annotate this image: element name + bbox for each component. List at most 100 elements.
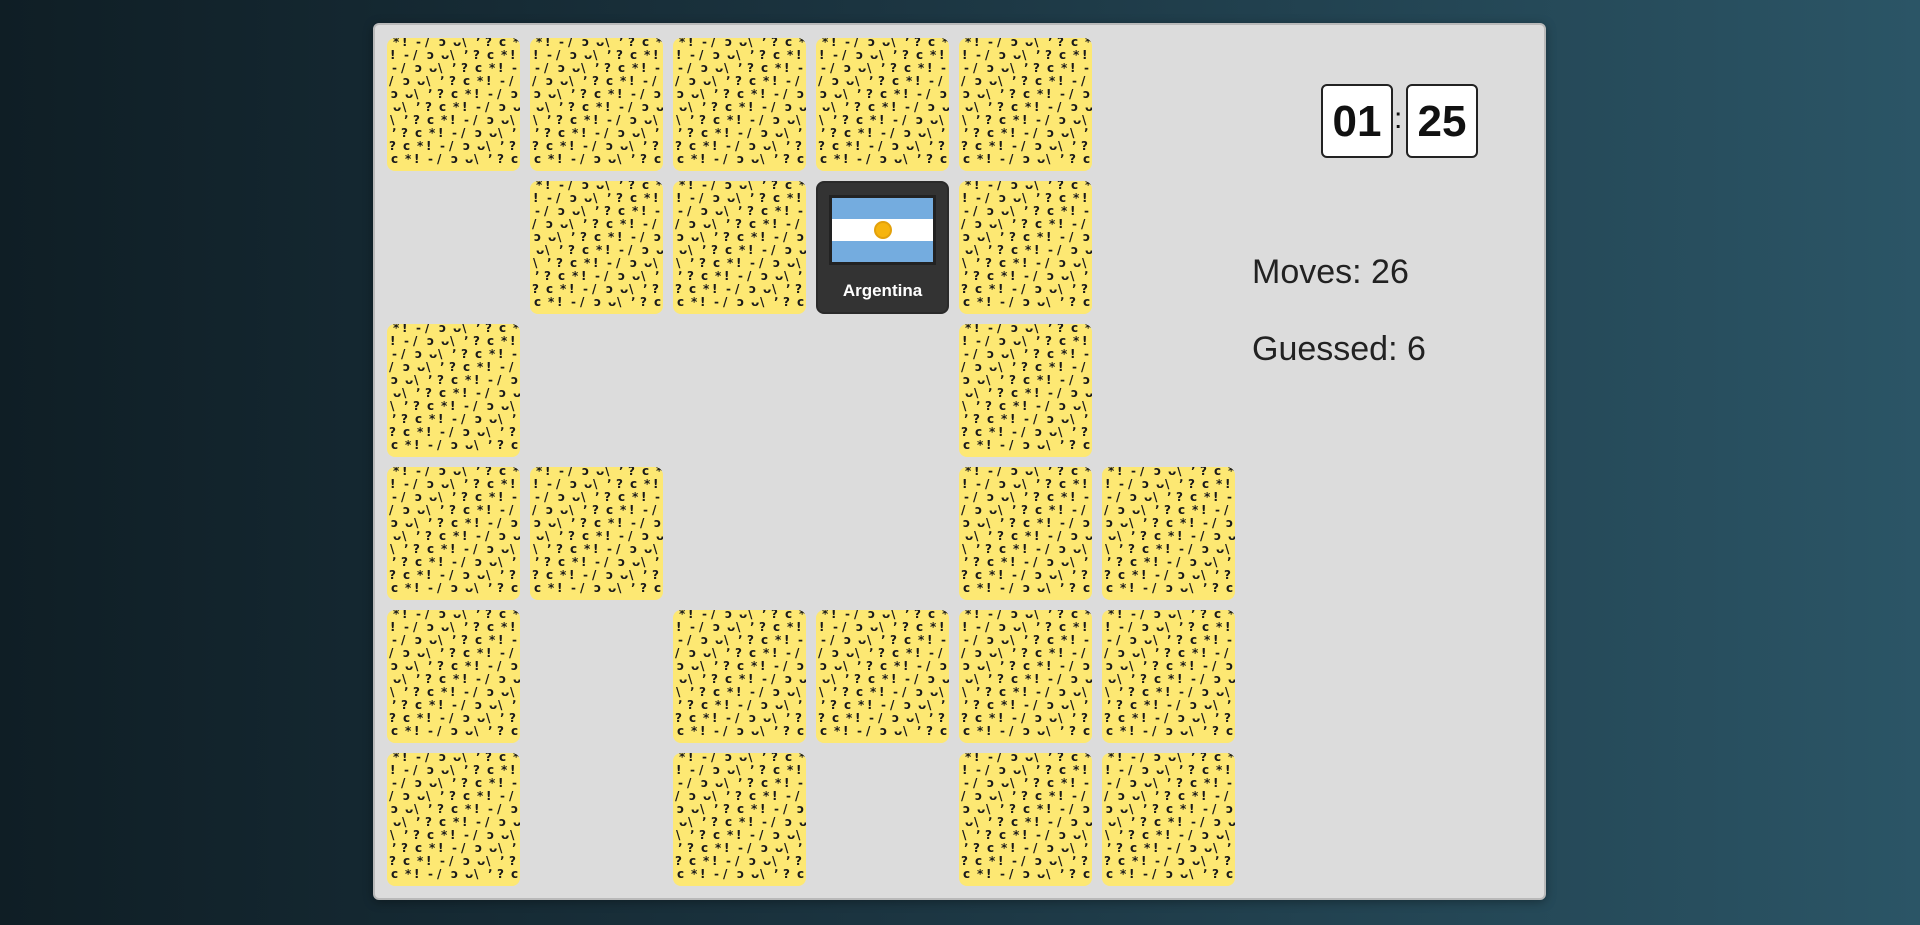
svg-text:ᴗ: ᴗ [1001, 347, 1009, 361]
svg-text:*: * [465, 516, 472, 530]
card-hidden[interactable]: *! - / ɔ ᴗ \ ʼ? c *! - / ɔ ᴗ \ ʼ? c *! - / ɔ ᴗ \ ʼ? c *! - / ɔ ᴗ \ ʼ? c… [673, 753, 806, 886]
svg-text:-: - [440, 568, 445, 582]
svg-text:ʼ: ʼ [1107, 698, 1112, 712]
svg-text:\: \ [962, 113, 967, 127]
svg-text:?: ? [997, 815, 1004, 829]
svg-text:*: * [715, 698, 722, 712]
card-hidden[interactable]: *! - / ɔ ᴗ \ ʼ? c *! - / ɔ ᴗ \ ʼ? c *! - / ɔ ᴗ \ ʼ? c *! - / ɔ ᴗ \ ʼ? c… [816, 38, 949, 171]
svg-text:/: / [1224, 789, 1229, 803]
card-hidden[interactable]: *! - / ɔ ᴗ \ ʼ? c *! - / ɔ ᴗ \ ʼ? c *! - / ɔ ᴗ \ ʼ? c *! - / ɔ ᴗ \ ʼ? c… [530, 181, 663, 314]
svg-text:\: \ [402, 529, 407, 543]
svg-text:?: ? [413, 542, 420, 556]
svg-text:ʼ: ʼ [404, 685, 409, 699]
svg-text:ɔ: ɔ [904, 126, 911, 140]
svg-text:\: \ [414, 87, 419, 101]
svg-text:ʼ: ʼ [917, 152, 922, 166]
svg-text:ʼ: ʼ [452, 490, 457, 504]
svg-text:*: * [501, 620, 508, 634]
svg-text:ᴗ: ᴗ [1132, 789, 1140, 803]
svg-text:?: ? [1021, 646, 1028, 660]
svg-text:\: \ [1213, 555, 1218, 569]
card-revealed[interactable]: Argentina [816, 181, 949, 314]
svg-text:*: * [1013, 828, 1020, 842]
card-hidden[interactable]: *! - / ɔ ᴗ \ ʼ? c *! - / ɔ ᴗ \ ʼ? c *! - / ɔ ᴗ \ ʼ? c *! - / ɔ ᴗ \ ʼ? c… [387, 753, 520, 886]
svg-text:?: ? [437, 802, 444, 816]
svg-text:ᴗ: ᴗ [501, 685, 509, 699]
svg-text:c: c [1011, 386, 1018, 400]
card-hidden[interactable]: *! - / ɔ ᴗ \ ʼ? c *! - / ɔ ᴗ \ ʼ? c *! - / ɔ ᴗ \ ʼ? c *! - / ɔ ᴗ \ ʼ? c… [959, 753, 1092, 886]
card-hidden[interactable]: *! - / ɔ ᴗ \ ʼ? c *! - / ɔ ᴗ \ ʼ? c *! - / ɔ ᴗ \ ʼ? c *! - / ɔ ᴗ \ ʼ? c… [959, 467, 1092, 600]
svg-text:ᴗ: ᴗ [489, 698, 497, 712]
svg-text:c: c [1083, 724, 1090, 738]
svg-text:c: c [749, 789, 756, 803]
svg-text:c: c [511, 724, 518, 738]
card-hidden[interactable]: *! - / ɔ ᴗ \ ʼ? c *! - / ɔ ᴗ \ ʼ? c *! - / ɔ ᴗ \ ʼ? c *! - / ɔ ᴗ \ ʼ? c… [387, 467, 520, 600]
svg-text:c: c [463, 789, 470, 803]
card-hidden[interactable]: *! - / ɔ ᴗ \ ʼ? c *! - / ɔ ᴗ \ ʼ? c *! - / ɔ ᴗ \ ʼ? c *! - / ɔ ᴗ \ ʼ? c… [816, 610, 949, 743]
svg-text:?: ? [961, 139, 968, 153]
svg-text:-: - [941, 633, 946, 647]
svg-text:ᴗ: ᴗ [560, 74, 568, 88]
card-hidden[interactable]: *! - / ɔ ᴗ \ ʼ? c *! - / ɔ ᴗ \ ʼ? c *! - / ɔ ᴗ \ ʼ? c *! - / ɔ ᴗ \ ʼ? c… [959, 38, 1092, 171]
svg-text:?: ? [1116, 698, 1123, 712]
card-hidden[interactable]: *! - / ɔ ᴗ \ ʼ? c *! - / ɔ ᴗ \ ʼ? c *! - / ɔ ᴗ \ ʼ? c *! - / ɔ ᴗ \ ʼ? c… [1102, 753, 1235, 886]
svg-text:\: \ [641, 269, 646, 283]
svg-text:/: / [675, 789, 680, 803]
card-hidden[interactable]: *! - / ɔ ᴗ \ ʼ? c *! - / ɔ ᴗ \ ʼ? c *! - / ɔ ᴗ \ ʼ? c *! - / ɔ ᴗ \ ʼ? c… [387, 324, 520, 457]
svg-text:ʼ: ʼ [1203, 867, 1208, 881]
svg-text:!: ! [676, 191, 681, 205]
card-hidden[interactable]: *! - / ɔ ᴗ \ ʼ? c *! - / ɔ ᴗ \ ʼ? c *! - / ɔ ᴗ \ ʼ? c *! - / ɔ ᴗ \ ʼ? c… [387, 610, 520, 743]
svg-text:!: ! [1165, 685, 1170, 699]
card-hidden[interactable]: *! - / ɔ ᴗ \ ʼ? c *! - / ɔ ᴗ \ ʼ? c *! - / ɔ ᴗ \ ʼ? c *! - / ɔ ᴗ \ ʼ? c… [530, 467, 663, 600]
card-hidden[interactable]: *! - / ɔ ᴗ \ ʼ? c *! - / ɔ ᴗ \ ʼ? c *! - / ɔ ᴗ \ ʼ? c *! - / ɔ ᴗ \ ʼ? c… [1102, 610, 1235, 743]
svg-text:*: * [739, 100, 746, 114]
svg-text:c: c [451, 87, 458, 101]
card-hidden[interactable]: *! - / ɔ ᴗ \ ʼ? c *! - / ɔ ᴗ \ ʼ? c *! - / ɔ ᴗ \ ʼ? c *! - / ɔ ᴗ \ ʼ? c… [387, 38, 520, 171]
svg-text:/: / [485, 386, 490, 400]
svg-text:ᴗ: ᴗ [799, 672, 806, 686]
svg-text:*: * [775, 633, 782, 647]
svg-text:*: * [989, 139, 996, 153]
svg-text:*: * [977, 152, 984, 166]
svg-text:*: * [620, 74, 627, 88]
svg-text:!: ! [760, 87, 765, 101]
svg-text:ɔ: ɔ [987, 347, 994, 361]
svg-text:ʼ: ʼ [428, 516, 433, 530]
svg-text:ɔ: ɔ [451, 438, 458, 452]
svg-text:!: ! [903, 87, 908, 101]
card-hidden[interactable]: *! - / ɔ ᴗ \ ʼ? c *! - / ɔ ᴗ \ ʼ? c *! - / ɔ ᴗ \ ʼ? c *! - / ɔ ᴗ \ ʼ? c… [673, 38, 806, 171]
card-hidden[interactable]: *! - / ɔ ᴗ \ ʼ? c *! - / ɔ ᴗ \ ʼ? c *! - / ɔ ᴗ \ ʼ? c *! - / ɔ ᴗ \ ʼ? c… [959, 610, 1092, 743]
svg-text:!: ! [1153, 698, 1158, 712]
svg-text:\: \ [974, 672, 979, 686]
svg-text:ʼ: ʼ [893, 620, 898, 634]
card-hidden[interactable]: *! - / ɔ ᴗ \ ʼ? c *! - / ɔ ᴗ \ ʼ? c *! - / ɔ ᴗ \ ʼ? c *! - / ɔ ᴗ \ ʼ? c… [530, 38, 663, 171]
svg-text:ɔ: ɔ [1214, 529, 1221, 543]
svg-text:-: - [786, 789, 791, 803]
svg-text:\: \ [569, 74, 574, 88]
svg-text:\: \ [986, 659, 991, 673]
svg-text:ᴗ: ᴗ [1192, 854, 1200, 868]
svg-text:?: ? [1140, 529, 1147, 543]
svg-text:-: - [476, 386, 481, 400]
svg-text:*: * [739, 243, 746, 257]
svg-text:*: * [441, 828, 448, 842]
svg-text:ᴗ: ᴗ [906, 139, 914, 153]
svg-text:\: \ [700, 802, 705, 816]
card-hidden[interactable]: *! - / ɔ ᴗ \ ʼ? c *! - / ɔ ᴗ \ ʼ? c *! - / ɔ ᴗ \ ʼ? c *! - / ɔ ᴗ \ ʼ? c… [1102, 467, 1235, 600]
svg-text:?: ? [735, 74, 742, 88]
card-hidden[interactable]: *! - / ɔ ᴗ \ ʼ? c *! - / ɔ ᴗ \ ʼ? c *! - / ɔ ᴗ \ ʼ? c *! - / ɔ ᴗ \ ʼ? c… [673, 610, 806, 743]
svg-text:!: ! [998, 139, 1003, 153]
card-hidden[interactable]: *! - / ɔ ᴗ \ ʼ? c *! - / ɔ ᴗ \ ʼ? c *! - / ɔ ᴗ \ ʼ? c *! - / ɔ ᴗ \ ʼ? c… [673, 181, 806, 314]
svg-text:?: ? [973, 126, 980, 140]
svg-text:c: c [844, 698, 851, 712]
svg-text:\: \ [1082, 256, 1087, 270]
card-hidden[interactable]: *! - / ɔ ᴗ \ ʼ? c *! - / ɔ ᴗ \ ʼ? c *! - / ɔ ᴗ \ ʼ? c *! - / ɔ ᴗ \ ʼ? c… [959, 324, 1092, 457]
svg-text:*: * [1001, 269, 1008, 283]
card-hidden[interactable]: *! - / ɔ ᴗ \ ʼ? c *! - / ɔ ᴗ \ ʼ? c *! - / ɔ ᴗ \ ʼ? c *! - / ɔ ᴗ \ ʼ? c… [959, 181, 1092, 314]
svg-text:?: ? [1021, 503, 1028, 517]
svg-text:c: c [439, 386, 446, 400]
svg-text:\: \ [581, 204, 586, 218]
svg-text:-: - [857, 152, 862, 166]
svg-text:-: - [500, 74, 505, 88]
svg-text:/: / [771, 100, 776, 114]
